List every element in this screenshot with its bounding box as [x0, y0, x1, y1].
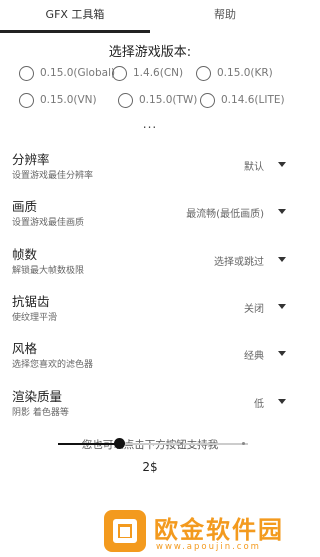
setting-title: 分辨率 [12, 152, 50, 167]
dropdown-arrow-icon[interactable] [278, 304, 286, 309]
radio-label: 0.15.0(TW) [139, 94, 198, 106]
setting-render-quality[interactable]: 渲染质量 阴影 着色器等 低 [0, 386, 300, 426]
setting-description: 解锁最大帧数极限 [12, 266, 85, 276]
watermark-brand: 欧金软件园 [154, 516, 284, 544]
dropdown-arrow-icon[interactable] [278, 162, 286, 167]
version-radio-global[interactable]: 0.15.0(Global) [19, 64, 115, 82]
radio-label: 0.15.0(KR) [217, 67, 273, 79]
slider-track-active[interactable] [58, 443, 120, 445]
setting-value: 经典 [244, 351, 264, 362]
slider-tick [242, 442, 245, 445]
setting-value: 低 [254, 399, 264, 410]
radio-circle [200, 92, 215, 108]
dropdown-arrow-icon[interactable] [278, 399, 286, 404]
version-radio-kr[interactable]: 0.15.0(KR) [196, 64, 273, 82]
setting-fps[interactable]: 帧数 解锁最大帧数极限 选择或跳过 [0, 244, 300, 284]
dropdown-arrow-icon[interactable] [278, 351, 286, 356]
tab-bar: GFX 工具箱 帮助 [0, 0, 300, 33]
setting-description: 设置游戏最佳画质 [12, 218, 85, 228]
slider-track-inactive[interactable] [120, 443, 248, 445]
setting-description: 设置游戏最佳分辨率 [12, 171, 94, 181]
version-radio-cn[interactable]: 1.4.6(CN) [112, 64, 183, 82]
tab-gfx-toolbox[interactable]: GFX 工具箱 [0, 0, 150, 33]
setting-value: 选择或跳过 [214, 257, 264, 268]
dropdown-arrow-icon[interactable] [278, 209, 286, 214]
watermark: 欧金软件园 www.apoujin.com [100, 508, 300, 557]
radio-label: 0.15.0(Global) [40, 67, 116, 79]
version-radio-vn[interactable]: 0.15.0(VN) [19, 91, 97, 109]
setting-description: 阴影 着色器等 [12, 408, 69, 418]
dropdown-arrow-icon[interactable] [278, 257, 286, 262]
radio-label: 0.15.0(VN) [40, 94, 97, 106]
radio-circle [118, 92, 133, 108]
setting-antialiasing[interactable]: 抗锯齿 使纹理平滑 关闭 [0, 291, 300, 331]
setting-description: 选择您喜欢的滤色器 [12, 360, 94, 370]
version-radio-lite[interactable]: 0.14.6(LITE) [200, 91, 285, 109]
setting-description: 使纹理平滑 [12, 313, 58, 323]
setting-graphics[interactable]: 画质 设置游戏最佳画质 最流畅(最低画质) [0, 196, 300, 236]
slider-thumb[interactable] [114, 438, 125, 449]
setting-style[interactable]: 风格 选择您喜欢的滤色器 经典 [0, 338, 300, 378]
setting-title: 画质 [12, 199, 38, 214]
setting-value: 最流畅(最低画质) [186, 209, 264, 220]
version-radio-tw[interactable]: 0.15.0(TW) [118, 91, 197, 109]
setting-value: 默认 [244, 162, 264, 173]
setting-title: 抗锯齿 [12, 294, 50, 309]
setting-title: 帧数 [12, 247, 38, 262]
radio-circle [112, 65, 127, 81]
radio-circle [19, 92, 34, 108]
radio-label: 1.4.6(CN) [133, 67, 184, 79]
watermark-url: www.apoujin.com [156, 542, 261, 552]
setting-resolution[interactable]: 分辨率 设置游戏最佳分辨率 默认 [0, 149, 300, 189]
setting-title: 渲染质量 [12, 389, 63, 404]
version-section-title: 选择游戏版本: [108, 45, 192, 60]
donation-amount: 2$ [142, 460, 158, 474]
watermark-logo-icon [104, 510, 146, 552]
more-versions-button[interactable]: ... [0, 117, 300, 131]
radio-label: 0.14.6(LITE) [221, 94, 285, 106]
tab-help[interactable]: 帮助 [150, 0, 300, 33]
radio-circle [196, 65, 211, 81]
active-tab-indicator [0, 30, 150, 33]
setting-title: 风格 [12, 341, 38, 356]
radio-circle [19, 65, 34, 81]
setting-value: 关闭 [244, 304, 264, 315]
slider-tick [180, 442, 183, 445]
